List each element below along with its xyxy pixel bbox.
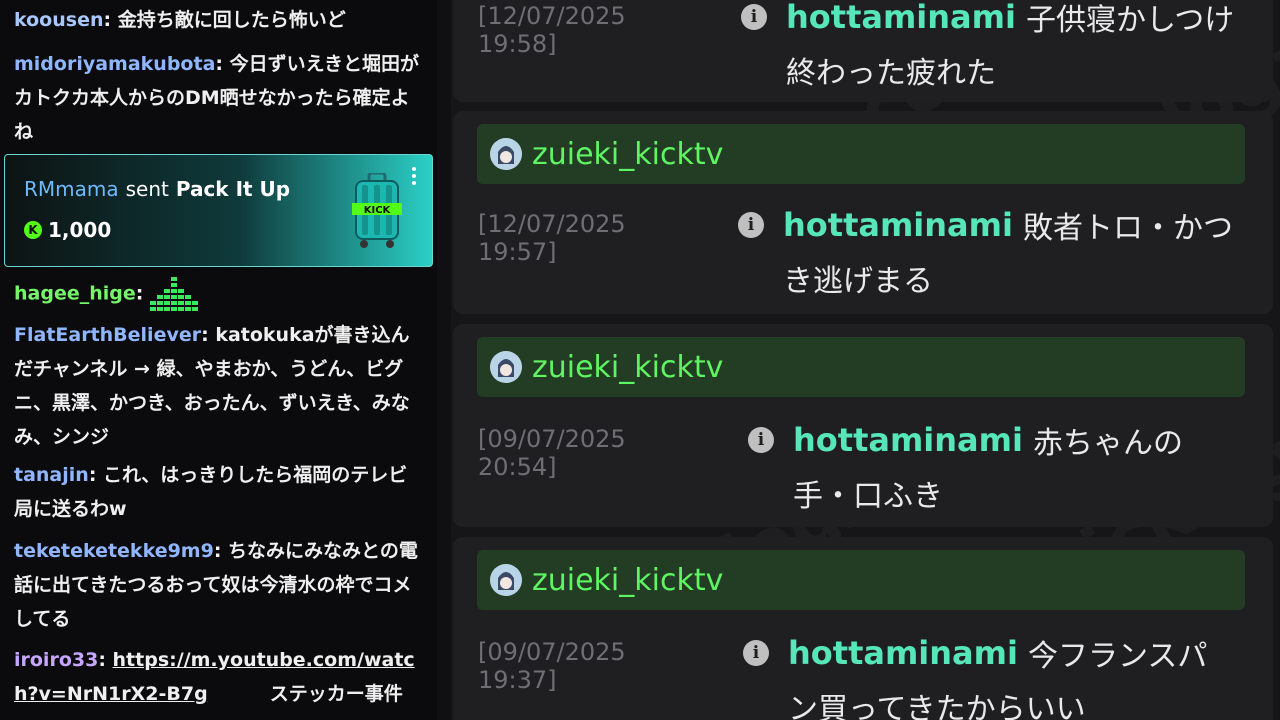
log-card: zuieki_kicktv [09/07/2025 19:37] i hotta… [453,537,1273,720]
timestamp: [09/07/2025 19:37] [478,638,626,694]
chat-text: 金持ち敵に回したら怖いど [117,9,346,31]
suitcase-icon: KICK [352,173,402,248]
chat-message: koousen: 金持ち敵に回したら怖いど [14,3,426,37]
timestamp: [12/07/2025 19:57] [478,210,626,266]
chat-message: hagee_hige: [14,275,426,313]
gifter-username[interactable]: RMmama [24,177,119,201]
chat-colon: : [98,649,113,671]
info-icon[interactable]: i [743,640,769,666]
log-message: 今フランスパ ン買ってきたからいい [788,639,1208,720]
log-card: zuieki_kicktv [09/07/2025 20:54] i hotta… [453,324,1273,527]
timestamp: [12/07/2025 19:58] [478,2,626,58]
channel-avatar [490,351,522,383]
more-options-icon[interactable] [410,165,418,187]
kick-coin-icon: K [24,221,42,239]
chat-username[interactable]: midoriyamakubota [14,53,215,75]
log-card: [12/07/2025 19:58] i hottaminami 子供寝かしつけ… [453,0,1273,102]
log-message: 赤ちゃんの 手・口ふき [793,426,1183,514]
chat-colon: : [103,9,118,31]
chat-message: midoriyamakubota: 今日ずいえきと堀田がカトクカ本人からのDM晒… [14,47,426,149]
chat-username[interactable]: iroiro33 [14,649,98,671]
green-equalizer-emote [149,277,198,311]
chat-colon: : [215,53,230,75]
channel-name[interactable]: zuieki_kicktv [532,563,723,598]
channel-header[interactable]: zuieki_kicktv [477,124,1245,184]
gift-item-name: Pack It Up [175,177,291,201]
chat-message: tanajin: これ、はっきりしたら福岡のテレビ局に送るわw [14,458,426,526]
log-message: 子供寝かしつけ 終わった疲れた [786,3,1235,91]
chat-username[interactable]: tanajin [14,464,89,486]
chat-message: teketeketekke9m9: ちなみにみなみとの電話に出てきたつるおって奴… [14,534,426,636]
gift-notification[interactable]: RMmama sent Pack It Up K 1,000 KICK [4,154,433,267]
gift-line: RMmama sent Pack It Up [24,177,290,201]
gift-sent-text: sent [125,177,169,201]
log-card: zuieki_kicktv [12/07/2025 19:57] i hotta… [453,111,1273,314]
chat-username[interactable]: FlatEarthBeliever [14,324,201,346]
gift-amount: K 1,000 [24,218,111,242]
timestamp: [09/07/2025 20:54] [478,425,626,481]
channel-header[interactable]: zuieki_kicktv [477,550,1245,610]
info-icon[interactable]: i [738,212,764,238]
chat-colon: : [213,540,229,562]
chat-colon: : [88,464,104,486]
info-icon[interactable]: i [748,427,774,453]
channel-header[interactable]: zuieki_kicktv [477,337,1245,397]
chat-panel: koousen: 金持ち敵に回したら怖いど midoriyamakubota: … [0,0,437,720]
channel-name[interactable]: zuieki_kicktv [532,350,723,385]
info-icon[interactable]: i [741,4,767,30]
chat-username[interactable]: teketeketekke9m9 [14,540,214,562]
channel-name[interactable]: zuieki_kicktv [532,137,723,172]
chat-colon: : [135,282,150,305]
panel-divider [437,0,451,720]
chat-log-panel: kicklogz.com kicklogz.com kicklogz.com k… [437,0,1280,720]
gift-amount-value: 1,000 [48,218,112,242]
svg-text:KICK: KICK [364,205,392,216]
chat-message: FlatEarthBeliever: katokukaが書き込んだチャンネル →… [14,318,426,454]
log-message: 敗者トロ・かつ き逃げまる [783,211,1233,299]
chat-username[interactable]: hagee_hige [14,283,136,305]
chat-text: ステッカー事件 [269,683,403,705]
chat-username[interactable]: koousen [14,9,103,31]
chat-colon: : [201,324,216,346]
channel-avatar [490,564,522,596]
channel-avatar [490,138,522,170]
chat-message: iroiro33: https://m.youtube.com/watch?v=… [14,643,426,711]
